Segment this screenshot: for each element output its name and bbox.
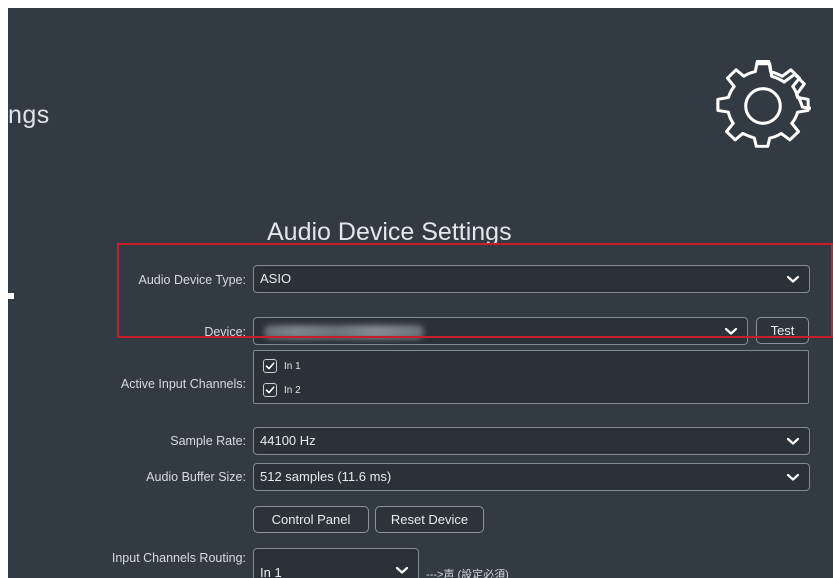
sample-rate-value: 44100 Hz	[260, 433, 316, 448]
channel-in1-row[interactable]: In 1	[263, 357, 301, 375]
reset-device-button[interactable]: Reset Device	[375, 506, 484, 533]
check-icon	[265, 386, 275, 394]
edge-marker	[8, 293, 14, 299]
chevron-down-icon	[395, 566, 409, 574]
device-type-value: ASIO	[260, 271, 292, 286]
check-icon	[265, 362, 275, 370]
active-inputs-list: In 1 In 2	[253, 350, 809, 404]
routing-note: --->声 (設定必須)	[426, 569, 509, 578]
routing-value: In 1	[260, 565, 282, 578]
device-type-select[interactable]: ASIO	[253, 265, 810, 293]
sample-rate-select[interactable]: 44100 Hz	[253, 427, 810, 455]
chevron-down-icon	[724, 327, 738, 335]
gear-icon[interactable]	[715, 58, 811, 154]
sample-rate-label: Sample Rate:	[170, 434, 246, 448]
active-inputs-label: Active Input Channels:	[120, 377, 246, 391]
channel-in1-label: In 1	[284, 360, 301, 372]
audio-settings-window: ngs Audio Device Settings Audio Device T…	[8, 8, 833, 578]
control-panel-button[interactable]: Control Panel	[253, 506, 369, 533]
device-select[interactable]	[253, 317, 748, 345]
buffer-size-value: 512 samples (11.6 ms)	[260, 469, 392, 484]
page-title: ngs	[8, 101, 50, 129]
test-button[interactable]: Test	[756, 317, 809, 344]
routing-label: Input Channels Routing:	[111, 551, 246, 565]
chevron-down-icon	[786, 437, 800, 445]
device-label: Device:	[204, 325, 246, 339]
channel-in2-row[interactable]: In 2	[263, 381, 301, 399]
channel-in2-checkbox[interactable]	[263, 383, 277, 397]
chevron-down-icon	[786, 473, 800, 481]
channel-in2-label: In 2	[284, 384, 301, 396]
chevron-down-icon	[786, 275, 800, 283]
routing-select[interactable]: In 1	[253, 548, 419, 578]
channel-in1-checkbox[interactable]	[263, 359, 277, 373]
buffer-size-label: Audio Buffer Size:	[146, 470, 246, 484]
device-type-label: Audio Device Type:	[138, 273, 246, 287]
buffer-size-select[interactable]: 512 samples (11.6 ms)	[253, 463, 810, 491]
section-title: Audio Device Settings	[267, 218, 512, 246]
redacted-device-name	[264, 325, 424, 339]
